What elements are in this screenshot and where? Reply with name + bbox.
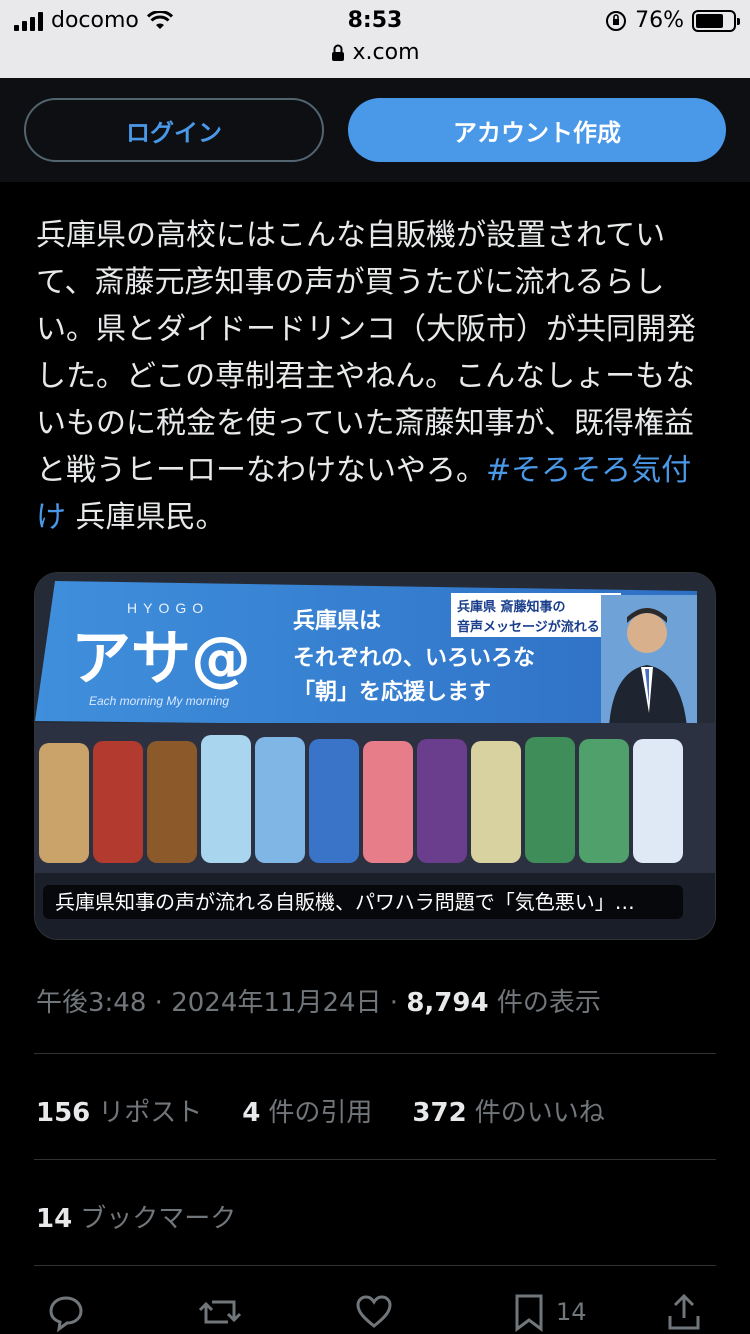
reposts-stat[interactable]: 156 リポスト [36,1092,202,1129]
tweet-body: 兵庫県の高校にはこんな自販機が設置されていて、斎藤元彦知事の声が買うたびに流れる… [36,218,696,488]
banner-line1: 兵庫県は [293,608,381,634]
share-button[interactable] [664,1290,704,1334]
tweet-date[interactable]: 2024年11月24日 [171,988,381,1018]
repost-button[interactable] [198,1290,242,1334]
divider [34,1053,716,1054]
banner-hyogo: HYOGO [127,600,209,616]
tweet-meta: 午後3:48 · 2024年11月24日 · 8,794 件の表示 [36,988,601,1018]
repost-icon [198,1300,242,1324]
view-label: 件の表示 [496,988,601,1018]
view-count: 8,794 [406,988,489,1018]
reply-button[interactable] [46,1290,86,1334]
quotes-stat[interactable]: 4 件の引用 [242,1092,372,1129]
heart-icon [356,1295,392,1328]
share-icon [668,1293,700,1330]
tweet-media[interactable]: HYOGO アサ@ Each morning My morning 兵庫県は そ… [34,572,716,940]
bookmark-count: 14 [36,1204,73,1234]
likes-stat[interactable]: 372 件のいいね [412,1092,604,1129]
browser-chrome: docomo 8:53 76% x.com [0,0,750,78]
bookmark-label: ブックマーク [80,1204,237,1234]
status-bar: docomo 8:53 76% [0,6,750,36]
banner-sub: Each morning My morning [89,694,229,708]
action-bar: 14 [0,1290,750,1334]
banner-line3: 「朝」を応援します [293,679,491,705]
reply-icon [49,1296,83,1332]
divider [34,1265,716,1266]
url-text: x.com [352,40,420,65]
battery-percent: 76% [635,8,684,33]
lock-icon [331,44,344,61]
login-button[interactable]: ログイン [24,98,324,162]
bookmark-button[interactable]: 14 [512,1290,587,1334]
engagement-stats: 156 リポスト 4 件の引用 372 件のいいね [36,1092,605,1129]
tweet-suffix: 兵庫県民。 [66,500,226,535]
battery-icon [692,9,740,32]
auth-bar: ログイン アカウント作成 [0,78,750,182]
banner-brand: アサ@ [71,624,251,694]
orientation-lock-icon [606,10,627,31]
divider [34,1159,716,1160]
address-bar[interactable]: x.com [0,40,750,65]
bookmarks-stat: 14 ブックマーク [36,1198,236,1235]
like-button[interactable] [354,1290,394,1334]
banner-tag1: 兵庫県 斎藤知事の [457,599,566,615]
tweet-text: 兵庫県の高校にはこんな自販機が設置されていて、斎藤元彦知事の声が買うたびに流れる… [36,212,716,541]
banner-line2: それぞれの、いろいろな [293,646,535,671]
media-caption: 兵庫県知事の声が流れる自販機、パワハラ問題で「気色悪い」… [43,885,683,919]
tweet-time[interactable]: 午後3:48 [36,988,146,1018]
banner-tag2: 音声メッセージが流れる！ [457,619,613,635]
bookmark-icon [515,1294,543,1332]
signup-button[interactable]: アカウント作成 [348,98,726,162]
bookmark-action-count: 14 [556,1298,587,1326]
